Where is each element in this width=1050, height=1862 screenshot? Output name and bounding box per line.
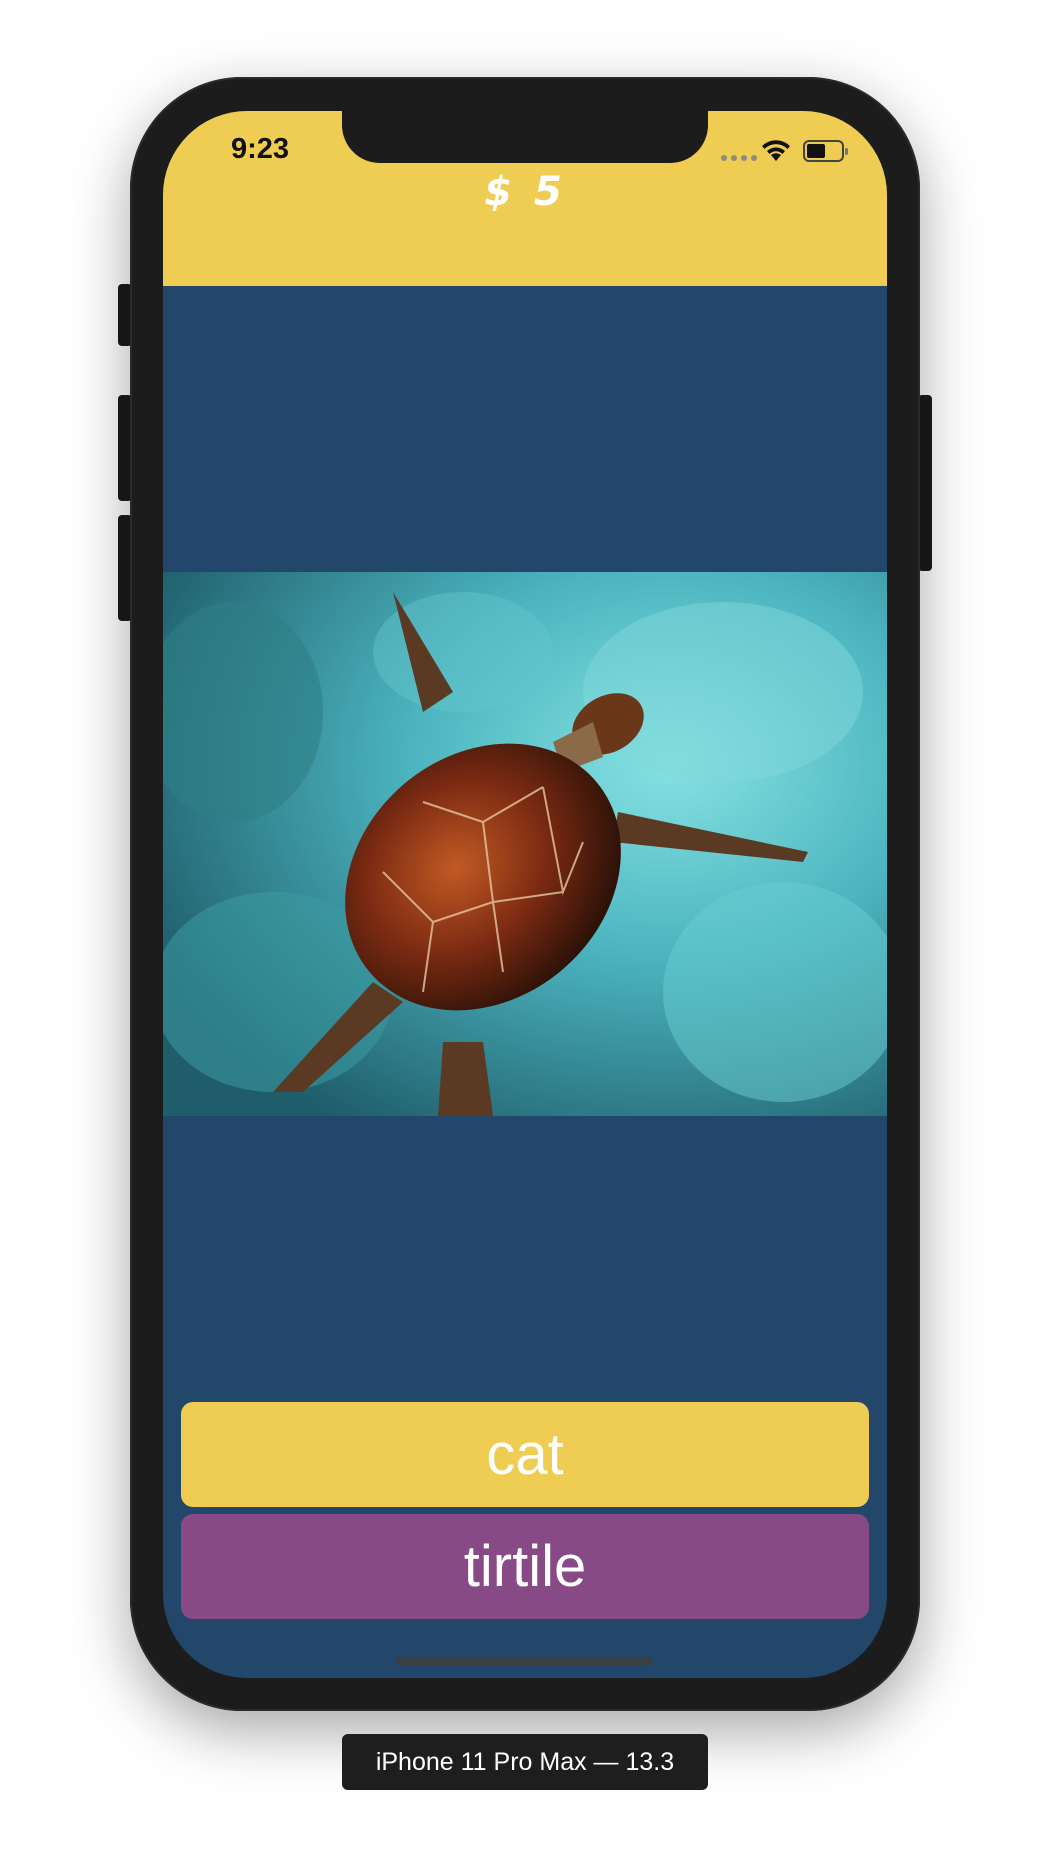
score-display: $ 5	[484, 169, 566, 215]
status-time: 9:23	[231, 133, 290, 165]
answer-button-cat[interactable]: cat	[181, 1402, 869, 1507]
simulator-device-label: iPhone 11 Pro Max — 13.3	[342, 1734, 708, 1790]
sea-turtle-photo	[163, 572, 887, 1116]
signal-dots-icon	[721, 155, 757, 161]
notch	[342, 111, 708, 163]
answer-button-tirtile[interactable]: tirtile	[181, 1514, 869, 1619]
header-bar: 9:23 $ 5	[163, 111, 887, 286]
battery-icon	[803, 140, 848, 162]
app-screen: 9:23 $ 5 cat tirtile	[163, 111, 887, 1678]
simulator-stage: 9:23 $ 5 cat tirtile iPhone 11 Pro Max —…	[0, 0, 1050, 1862]
home-indicator[interactable]	[395, 1657, 653, 1665]
sea-turtle-illustration	[163, 572, 887, 1116]
power-button	[918, 395, 932, 571]
wifi-icon	[762, 140, 790, 161]
